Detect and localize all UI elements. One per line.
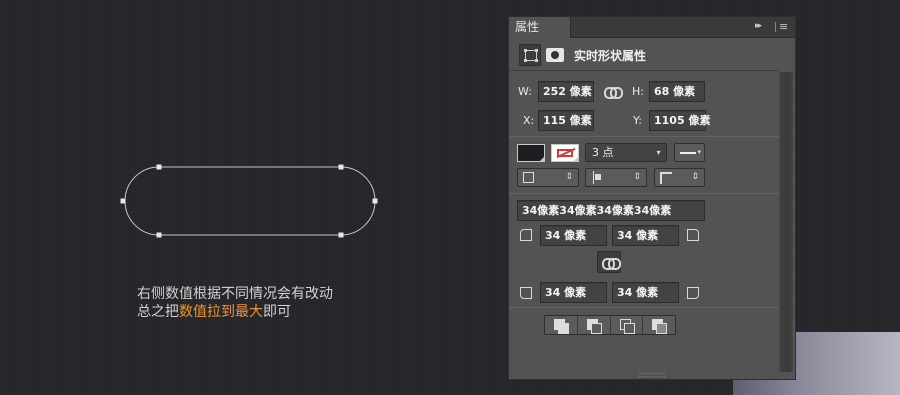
caption-line-2: 总之把数值拉到最大即可: [137, 303, 333, 321]
divider: [509, 193, 779, 194]
rounded-rectangle-path[interactable]: [119, 163, 381, 239]
collapse-panel-icon[interactable]: ▸▸: [755, 21, 762, 31]
caption-suffix: 即可: [263, 304, 291, 320]
link-icon: [602, 258, 621, 270]
caption-highlight: 数值拉到最大: [179, 304, 263, 320]
bottom-right-corner-icon: [687, 287, 699, 299]
path-operations-group: [544, 315, 676, 335]
updown-arrows-icon: ⇕: [565, 172, 573, 182]
bottom-left-corner-icon: [520, 287, 532, 299]
stroke-dropdown-indicator: [573, 156, 579, 162]
bottom-left-radius-field[interactable]: 34 像素: [540, 282, 607, 303]
anchor-point[interactable]: [372, 198, 378, 204]
stroke-color-swatch[interactable]: [551, 144, 579, 162]
divider: [509, 307, 779, 308]
top-left-radius-field[interactable]: 34 像素: [540, 225, 607, 246]
panel-header: 实时形状属性: [509, 39, 779, 71]
stroke-corners-dropdown[interactable]: ⇕: [654, 168, 705, 187]
stroke-caps-icon: [593, 171, 602, 184]
tab-properties[interactable]: 属性: [509, 17, 571, 38]
combined-corner-radius-field[interactable]: 34像素34像素34像素34像素: [517, 200, 705, 221]
stroke-type-dropdown[interactable]: ▾: [674, 143, 705, 162]
height-label: H:: [632, 85, 644, 98]
stroke-width-dropdown[interactable]: 3 点 ▾: [585, 143, 667, 162]
anchor-point[interactable]: [120, 198, 126, 204]
anchor-point[interactable]: [156, 232, 162, 238]
subtract-front-shape-icon[interactable]: [578, 316, 611, 334]
anchor-point[interactable]: [338, 164, 344, 170]
intersect-shape-areas-icon[interactable]: [611, 316, 644, 334]
panel-resize-grip[interactable]: [639, 373, 665, 377]
top-right-corner-icon: [687, 229, 699, 241]
properties-panel: 属性 ▸▸ ≡ 实时形状属性 W: 252 像素 H: 68 像素 X: 115…: [508, 16, 796, 380]
stroke-caps-dropdown[interactable]: ⇕: [585, 168, 647, 187]
caption-text: 右侧数值根据不同情况会有改动 总之把数值拉到最大即可: [137, 285, 333, 321]
anchor-point[interactable]: [156, 164, 162, 170]
chevron-down-icon: ▾: [697, 148, 701, 156]
mask-properties-icon[interactable]: [546, 48, 564, 62]
fill-dropdown-indicator: [539, 156, 545, 162]
width-label: W:: [518, 85, 532, 98]
link-corner-radii-button[interactable]: [597, 251, 621, 273]
link-dimensions-icon[interactable]: [604, 87, 623, 99]
panel-title: 实时形状属性: [574, 49, 647, 63]
caption-line-1: 右侧数值根据不同情况会有改动: [137, 286, 333, 302]
exclude-overlapping-shapes-icon[interactable]: [643, 316, 675, 334]
caption-prefix: 总之把: [137, 304, 179, 320]
updown-arrows-icon: ⇕: [633, 172, 641, 182]
stroke-align-dropdown[interactable]: ⇕: [517, 168, 579, 187]
chevron-down-icon: ▾: [650, 144, 666, 161]
anchor-point[interactable]: [338, 232, 344, 238]
top-left-corner-icon: [520, 229, 532, 241]
no-stroke-icon: [557, 149, 573, 157]
stroke-align-icon: [523, 172, 534, 183]
x-label: X:: [523, 114, 535, 127]
shape-properties-button[interactable]: [519, 44, 541, 66]
height-field[interactable]: 68 像素: [649, 81, 705, 102]
panel-menu-icon[interactable]: ≡: [775, 20, 791, 34]
divider: [509, 136, 779, 137]
fill-color-swatch[interactable]: [517, 144, 545, 162]
width-field[interactable]: 252 像素: [538, 81, 594, 102]
panel-menu-glyph: ≡: [779, 20, 789, 33]
bottom-right-radius-field[interactable]: 34 像素: [612, 282, 679, 303]
y-label: Y:: [633, 114, 642, 127]
x-position-field[interactable]: 115 像素: [538, 110, 594, 131]
combine-shapes-icon[interactable]: [545, 316, 578, 334]
top-right-radius-field[interactable]: 34 像素: [612, 225, 679, 246]
y-position-field[interactable]: 1105 像素: [649, 110, 710, 131]
updown-arrows-icon: ⇕: [691, 172, 699, 182]
panel-tab-bar: 属性 ▸▸ ≡: [509, 17, 795, 38]
stroke-corners-icon: [660, 172, 672, 184]
panel-scrollbar[interactable]: [779, 72, 793, 372]
stroke-width-value: 3 点: [592, 146, 614, 159]
shape-transform-icon: [524, 49, 537, 62]
